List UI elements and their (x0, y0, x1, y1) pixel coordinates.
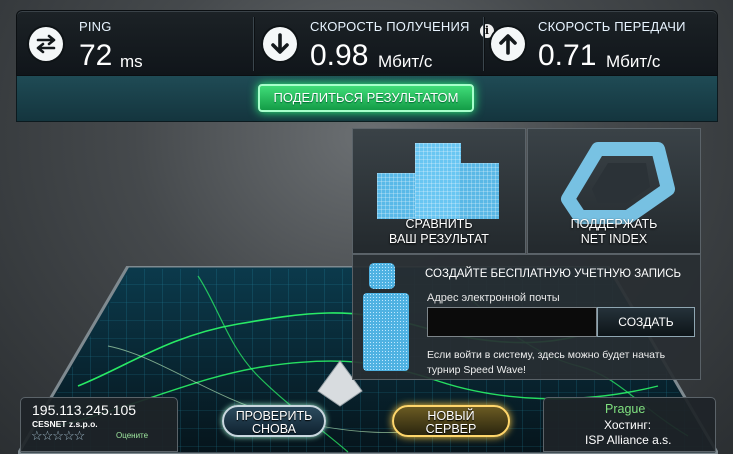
retry-line2: СНОВА (251, 422, 297, 436)
host-label: Хостинг: (604, 418, 652, 432)
server-line2: СЕРВЕР (425, 422, 477, 436)
compare-results-tile[interactable]: СРАВНИТЬ ВАШ РЕЗУЛЬТАТ (352, 128, 526, 254)
download-unit: Мбит/с (378, 52, 433, 71)
bar-chart-icon-right (459, 163, 499, 219)
net-index-logo-icon (561, 142, 675, 224)
host-name: ISP Alliance a.s. (585, 433, 672, 447)
stat-divider (483, 17, 484, 71)
ping-label: PING (79, 19, 112, 34)
email-label: Адрес электронной почты (427, 292, 560, 304)
compare-line1: СРАВНИТЬ (405, 217, 473, 231)
support-line1: ПОДДЕРЖАТЬ (570, 217, 658, 231)
download-stat: СКОРОСТЬ ПОЛУЧЕНИЯ 0.98 Мбит/с i (257, 11, 494, 77)
ping-stat: PING 72 ms (17, 11, 241, 77)
signup-panel: СОЗДАЙТЕ БЕСПЛАТНУЮ УЧЕТНУЮ ЗАПИСЬ Адрес… (352, 254, 701, 380)
compare-line2: ВАШ РЕЗУЛЬТАТ (389, 232, 489, 246)
upload-stat: СКОРОСТЬ ПЕРЕДАЧИ 0.71 Мбит/с (487, 11, 719, 77)
upload-value: 0.71 (538, 39, 597, 72)
user-figure-icon (363, 263, 409, 371)
download-value: 0.98 (310, 39, 369, 72)
results-bar: PING 72 ms СКОРОСТЬ ПОЛУЧЕНИЯ 0.98 Мбит/… (16, 10, 718, 76)
stat-divider (253, 17, 254, 71)
ping-value: 72 (79, 39, 113, 72)
rating-stars[interactable]: ☆☆☆☆☆ (31, 428, 85, 444)
support-net-index-tile[interactable]: ПОДДЕРЖАТЬ NET INDEX (527, 128, 701, 254)
upload-arrow-icon (491, 27, 525, 61)
retry-test-button[interactable]: ПРОВЕРИТЬ СНОВА (222, 405, 326, 437)
support-line2: NET INDEX (580, 232, 648, 246)
share-results-button[interactable]: ПОДЕЛИТЬСЯ РЕЗУЛЬТАТОМ (258, 84, 474, 112)
rate-link[interactable]: Оцените (116, 431, 148, 440)
ping-arrows-icon (29, 27, 63, 61)
create-account-button[interactable]: СОЗДАТЬ (597, 307, 695, 337)
signup-title: СОЗДАЙТЕ БЕСПЛАТНУЮ УЧЕТНУЮ ЗАПИСЬ (425, 268, 682, 280)
signup-note: Если войти в систему, здесь можно будет … (427, 349, 666, 376)
new-server-button[interactable]: НОВЫЙ СЕРВЕР (392, 405, 510, 437)
bar-chart-icon (377, 173, 419, 219)
download-label: СКОРОСТЬ ПОЛУЧЕНИЯ (310, 19, 470, 34)
ping-unit: ms (120, 52, 143, 71)
download-arrow-icon (263, 27, 297, 61)
upload-label: СКОРОСТЬ ПЕРЕДАЧИ (538, 19, 686, 34)
speedtest-app: PING 72 ms СКОРОСТЬ ПОЛУЧЕНИЯ 0.98 Мбит/… (0, 0, 733, 454)
server-city: Prague (605, 402, 646, 416)
upload-unit: Мбит/с (606, 52, 661, 71)
bar-chart-icon-mid (415, 143, 461, 219)
client-ip: 195.113.245.105 (32, 402, 137, 418)
email-input[interactable] (427, 307, 597, 337)
